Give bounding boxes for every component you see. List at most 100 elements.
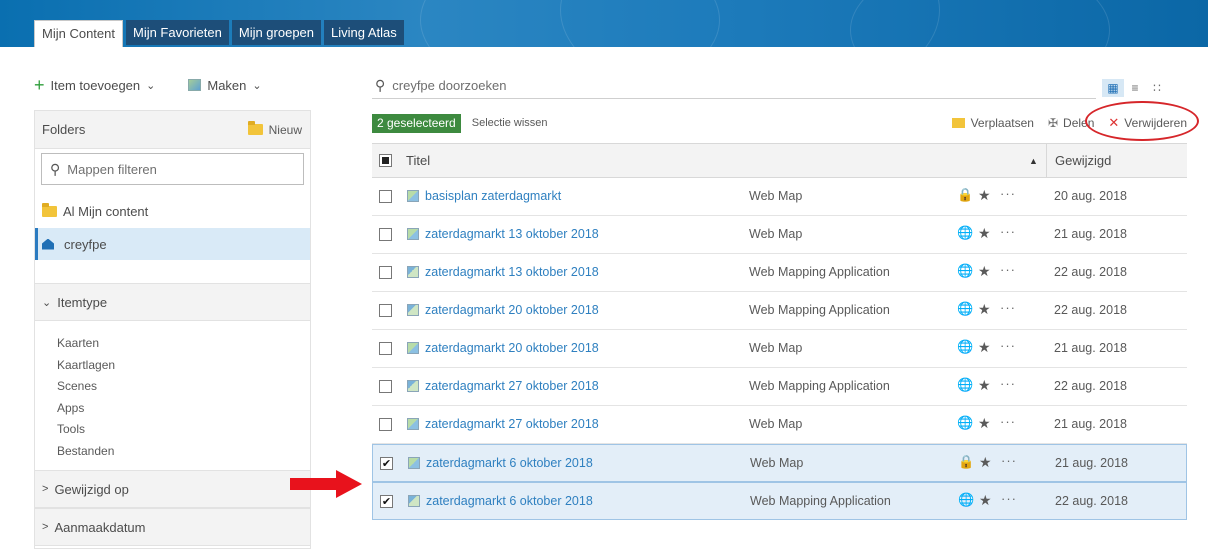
- favorite-star-icon[interactable]: ★: [978, 377, 991, 394]
- more-options-icon[interactable]: ···: [1000, 376, 1016, 391]
- item-modified-date: 22 aug. 2018: [1054, 379, 1127, 393]
- item-type: Web Map: [749, 341, 803, 355]
- row-checkbox[interactable]: [379, 266, 392, 279]
- chevron-right-icon: >: [42, 483, 49, 495]
- move-button[interactable]: Verplaatsen: [951, 116, 1034, 130]
- folder-item-creyfpe[interactable]: creyfpe: [35, 228, 310, 260]
- table-row[interactable]: zaterdagmarkt 27 oktober 2018 Web Map 🌐 ★ ··…: [372, 406, 1187, 444]
- modified-filter-label: Gewijzigd op: [54, 481, 129, 497]
- item-modified-date: 22 aug. 2018: [1054, 265, 1127, 279]
- share-icon: ✠: [1047, 116, 1059, 130]
- favorite-star-icon[interactable]: ★: [978, 339, 991, 356]
- item-title-link[interactable]: basisplan zaterdagmarkt: [425, 189, 561, 203]
- row-checkbox[interactable]: [379, 190, 392, 203]
- table-row[interactable]: basisplan zaterdagmarkt Web Map 🔒 ★ ··· 20 au…: [372, 178, 1187, 216]
- itemtype-scenes[interactable]: Scenes: [57, 376, 115, 398]
- more-options-icon[interactable]: ···: [1001, 491, 1017, 506]
- delete-button[interactable]: ✕ Verwijderen: [1108, 115, 1187, 131]
- table-header: Titel ▲ Gewijzigd: [372, 143, 1187, 178]
- chevron-down-icon: ⌄: [146, 79, 156, 92]
- share-label: Delen: [1063, 116, 1095, 130]
- view-switcher: ▦ ≡ ∷: [1102, 79, 1168, 97]
- globe-icon: 🌐: [957, 415, 974, 430]
- create-button[interactable]: Maken ⌄: [188, 78, 262, 93]
- table-row[interactable]: zaterdagmarkt 20 oktober 2018 Web Mapping…: [372, 292, 1187, 330]
- favorite-star-icon[interactable]: ★: [978, 263, 991, 280]
- itemtype-filter-toggle[interactable]: ⌄ Itemtype: [35, 283, 310, 321]
- item-title-link[interactable]: zaterdagmarkt 20 oktober 2018: [425, 341, 599, 355]
- table-row[interactable]: zaterdagmarkt 13 oktober 2018 Web Map 🌐 ★ ··…: [372, 216, 1187, 254]
- table-row[interactable]: ✔ zaterdagmarkt 6 oktober 2018 Web Map 🔒 ★ ··…: [372, 444, 1187, 482]
- column-title-header[interactable]: Titel: [406, 153, 430, 168]
- item-title-link[interactable]: zaterdagmarkt 27 oktober 2018: [425, 417, 599, 431]
- table-row[interactable]: zaterdagmarkt 13 oktober 2018 Web Mapping…: [372, 254, 1187, 292]
- favorite-star-icon[interactable]: ★: [979, 492, 992, 509]
- sort-ascending-icon[interactable]: ▲: [1029, 156, 1038, 166]
- itemtype-tools[interactable]: Tools: [57, 419, 115, 441]
- favorite-star-icon[interactable]: ★: [978, 225, 991, 242]
- row-checkbox[interactable]: [379, 304, 392, 317]
- more-options-icon[interactable]: ···: [1000, 414, 1016, 429]
- list-view-icon[interactable]: ≡: [1124, 79, 1146, 97]
- select-all-checkbox[interactable]: [379, 154, 392, 167]
- row-checkbox[interactable]: [379, 380, 392, 393]
- folders-panel: Folders Nieuw ⚲ Mappen filteren Al Mijn …: [34, 110, 311, 549]
- delete-label: Verwijderen: [1124, 116, 1187, 130]
- tab-mijn-groepen[interactable]: Mijn groepen: [231, 20, 322, 45]
- more-options-icon[interactable]: ···: [1000, 186, 1016, 201]
- favorite-star-icon[interactable]: ★: [979, 454, 992, 471]
- table-row[interactable]: zaterdagmarkt 20 oktober 2018 Web Map 🌐 ★ ··…: [372, 330, 1187, 368]
- more-options-icon[interactable]: ···: [1000, 224, 1016, 239]
- folder-item-label: creyfpe: [64, 236, 107, 252]
- itemtype-label: Itemtype: [57, 294, 108, 310]
- itemtype-kaartlagen[interactable]: Kaartlagen: [57, 355, 115, 377]
- web-map-icon: [407, 190, 419, 202]
- more-options-icon[interactable]: ···: [1001, 453, 1017, 468]
- folder-item-all-content[interactable]: Al Mijn content: [35, 195, 310, 227]
- content-search-input[interactable]: ⚲ creyfpe doorzoeken: [372, 72, 1096, 99]
- new-folder-button[interactable]: Nieuw: [247, 121, 302, 137]
- item-title-link[interactable]: zaterdagmarkt 6 oktober 2018: [426, 456, 593, 470]
- itemtype-bestanden[interactable]: Bestanden: [57, 441, 115, 463]
- folder-filter-input[interactable]: ⚲ Mappen filteren: [41, 153, 304, 185]
- modified-filter-toggle[interactable]: > Gewijzigd op: [35, 470, 310, 508]
- table-row[interactable]: ✔ zaterdagmarkt 6 oktober 2018 Web Mapping…: [372, 482, 1187, 520]
- table-view-icon[interactable]: ▦: [1102, 79, 1124, 97]
- row-checkbox[interactable]: ✔: [380, 495, 393, 508]
- row-checkbox[interactable]: ✔: [380, 457, 393, 470]
- more-options-icon[interactable]: ···: [1000, 300, 1016, 315]
- column-modified-header[interactable]: Gewijzigd: [1046, 143, 1111, 178]
- row-checkbox[interactable]: [379, 228, 392, 241]
- more-options-icon[interactable]: ···: [1000, 338, 1016, 353]
- table-row[interactable]: zaterdagmarkt 27 oktober 2018 Web Mapping…: [372, 368, 1187, 406]
- tab-living-atlas[interactable]: Living Atlas: [324, 20, 404, 45]
- search-placeholder: creyfpe doorzoeken: [392, 77, 507, 93]
- item-title-link[interactable]: zaterdagmarkt 27 oktober 2018: [425, 379, 599, 393]
- more-options-icon[interactable]: ···: [1000, 262, 1016, 277]
- row-checkbox[interactable]: [379, 418, 392, 431]
- item-type: Web Map: [749, 227, 803, 241]
- tab-mijn-content[interactable]: Mijn Content: [34, 20, 123, 47]
- content-tabs: Mijn Content Mijn Favorieten Mijn groepe…: [34, 20, 404, 47]
- tab-mijn-favorieten[interactable]: Mijn Favorieten: [125, 20, 229, 45]
- created-filter-toggle[interactable]: > Aanmaakdatum: [35, 508, 310, 546]
- row-checkbox[interactable]: [379, 342, 392, 355]
- itemtype-apps[interactable]: Apps: [57, 398, 115, 420]
- selection-bar: 2 geselecteerd Selectie wissen Verplaats…: [372, 112, 1187, 134]
- item-title-link[interactable]: zaterdagmarkt 13 oktober 2018: [425, 265, 599, 279]
- favorite-star-icon[interactable]: ★: [978, 415, 991, 432]
- item-title-link[interactable]: zaterdagmarkt 20 oktober 2018: [425, 303, 599, 317]
- grid-view-icon[interactable]: ∷: [1146, 79, 1168, 97]
- clear-selection-link[interactable]: Selectie wissen: [472, 117, 548, 129]
- created-filter-label: Aanmaakdatum: [54, 519, 146, 535]
- favorite-star-icon[interactable]: ★: [978, 187, 991, 204]
- favorite-star-icon[interactable]: ★: [978, 301, 991, 318]
- item-title-link[interactable]: zaterdagmarkt 13 oktober 2018: [425, 227, 599, 241]
- selection-actions: Verplaatsen ✠ Delen ✕ Verwijderen: [938, 112, 1187, 134]
- web-map-icon: [407, 418, 419, 430]
- item-title-link[interactable]: zaterdagmarkt 6 oktober 2018: [426, 494, 593, 508]
- itemtype-kaarten[interactable]: Kaarten: [57, 333, 115, 355]
- share-button[interactable]: ✠ Delen: [1048, 116, 1094, 130]
- add-item-button[interactable]: + Item toevoegen ⌄: [34, 76, 155, 94]
- left-toolbar: + Item toevoegen ⌄ Maken ⌄: [34, 74, 262, 96]
